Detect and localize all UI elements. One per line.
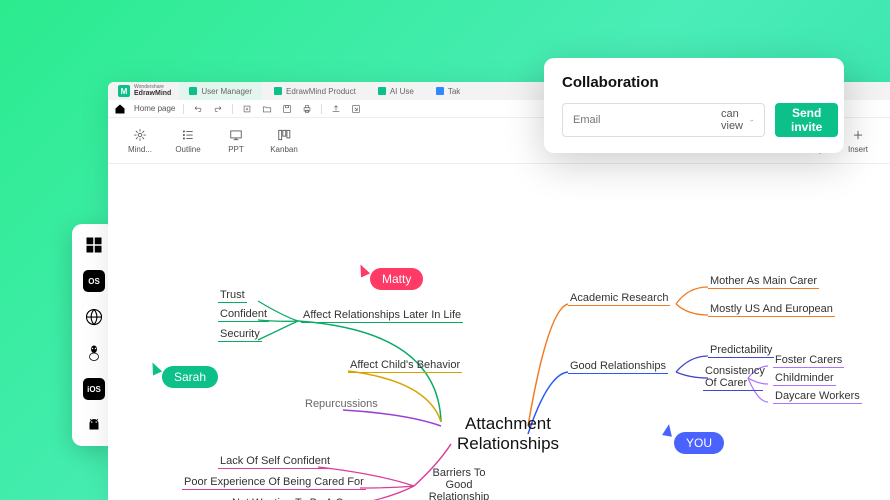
plus-icon bbox=[850, 127, 866, 143]
macos-icon[interactable]: OS bbox=[83, 270, 105, 292]
ppt-view-button[interactable]: PPT bbox=[214, 127, 258, 154]
tab-edrawmind-product[interactable]: EdrawMind Product bbox=[264, 82, 366, 100]
mindmap-icon bbox=[132, 127, 148, 143]
node-predict[interactable]: Predictability bbox=[708, 343, 774, 358]
node-confident[interactable]: Confident bbox=[218, 307, 269, 322]
linux-icon[interactable] bbox=[83, 342, 105, 364]
android-icon[interactable] bbox=[83, 414, 105, 436]
node-childminder[interactable]: Childminder bbox=[773, 371, 836, 386]
node-barriers[interactable]: Barriers To Good Relationship bbox=[418, 466, 500, 500]
tag-matty: Matty bbox=[370, 268, 423, 290]
collab-title: Collaboration bbox=[562, 74, 826, 91]
ppt-icon bbox=[228, 127, 244, 143]
node-security[interactable]: Security bbox=[218, 327, 262, 342]
mindmap-view-button[interactable]: Mind... bbox=[118, 127, 162, 154]
node-repurcussions[interactable]: Repurcussions bbox=[303, 397, 380, 411]
node-good-rel[interactable]: Good Relationships bbox=[568, 359, 668, 374]
chevron-down-icon bbox=[749, 116, 754, 125]
tag-sarah: Sarah bbox=[162, 366, 218, 388]
ios-icon[interactable]: iOS bbox=[83, 378, 105, 400]
brand-name: EdrawMind bbox=[134, 90, 171, 97]
node-not-want[interactable]: Not Wanting To Be A Carer bbox=[230, 496, 365, 500]
collaboration-panel: Collaboration can view Send invite bbox=[544, 58, 844, 153]
node-academic[interactable]: Academic Research bbox=[568, 291, 670, 306]
windows-icon[interactable] bbox=[83, 234, 105, 256]
export-icon[interactable] bbox=[350, 103, 362, 115]
collab-email-container: can view bbox=[562, 103, 765, 137]
undo-icon[interactable] bbox=[192, 103, 204, 115]
node-foster[interactable]: Foster Carers bbox=[773, 353, 844, 368]
mindmap-canvas[interactable]: Attachment Relationships Trust Confident… bbox=[108, 164, 890, 500]
open-icon[interactable] bbox=[261, 103, 273, 115]
node-poor-exp[interactable]: Poor Experience Of Being Cared For bbox=[182, 475, 366, 490]
tab-tak[interactable]: Tak bbox=[426, 82, 470, 100]
node-mother[interactable]: Mother As Main Carer bbox=[708, 274, 819, 289]
node-trust[interactable]: Trust bbox=[218, 288, 247, 303]
cursor-matty bbox=[356, 262, 370, 277]
doc-icon bbox=[189, 87, 197, 95]
tab-ai-use[interactable]: AI Use bbox=[368, 82, 424, 100]
share-icon[interactable] bbox=[330, 103, 342, 115]
node-daycare[interactable]: Daycare Workers bbox=[773, 389, 862, 404]
email-field[interactable] bbox=[573, 114, 715, 126]
permission-dropdown[interactable]: can view bbox=[721, 108, 754, 132]
cursor-you bbox=[662, 423, 674, 437]
kanban-icon bbox=[276, 127, 292, 143]
save-icon[interactable] bbox=[281, 103, 293, 115]
center-node[interactable]: Attachment Relationships bbox=[438, 414, 578, 455]
send-invite-button[interactable]: Send invite bbox=[775, 103, 838, 137]
node-affect-child[interactable]: Affect Child's Behavior bbox=[348, 358, 462, 373]
app-logo: M Wondershare EdrawMind bbox=[112, 82, 177, 100]
node-affect-relationships[interactable]: Affect Relationships Later In Life bbox=[301, 308, 463, 323]
new-icon[interactable] bbox=[241, 103, 253, 115]
doc-icon bbox=[274, 87, 282, 95]
logo-icon: M bbox=[118, 85, 130, 97]
tag-you: YOU bbox=[674, 432, 724, 454]
node-consistency[interactable]: Consistency Of Carer bbox=[703, 364, 763, 391]
home-label: Home page bbox=[134, 104, 175, 113]
outline-icon bbox=[180, 127, 196, 143]
node-mostly-us[interactable]: Mostly US And European bbox=[708, 302, 835, 317]
node-lack[interactable]: Lack Of Self Confident bbox=[218, 454, 332, 469]
web-icon[interactable] bbox=[83, 306, 105, 328]
cursor-sarah bbox=[148, 360, 162, 375]
print-icon[interactable] bbox=[301, 103, 313, 115]
doc-icon bbox=[378, 87, 386, 95]
home-icon[interactable] bbox=[114, 103, 126, 115]
kanban-view-button[interactable]: Kanban bbox=[262, 127, 306, 154]
doc-icon bbox=[436, 87, 444, 95]
tab-user-manager[interactable]: User Manager bbox=[179, 82, 262, 100]
redo-icon[interactable] bbox=[212, 103, 224, 115]
outline-view-button[interactable]: Outline bbox=[166, 127, 210, 154]
